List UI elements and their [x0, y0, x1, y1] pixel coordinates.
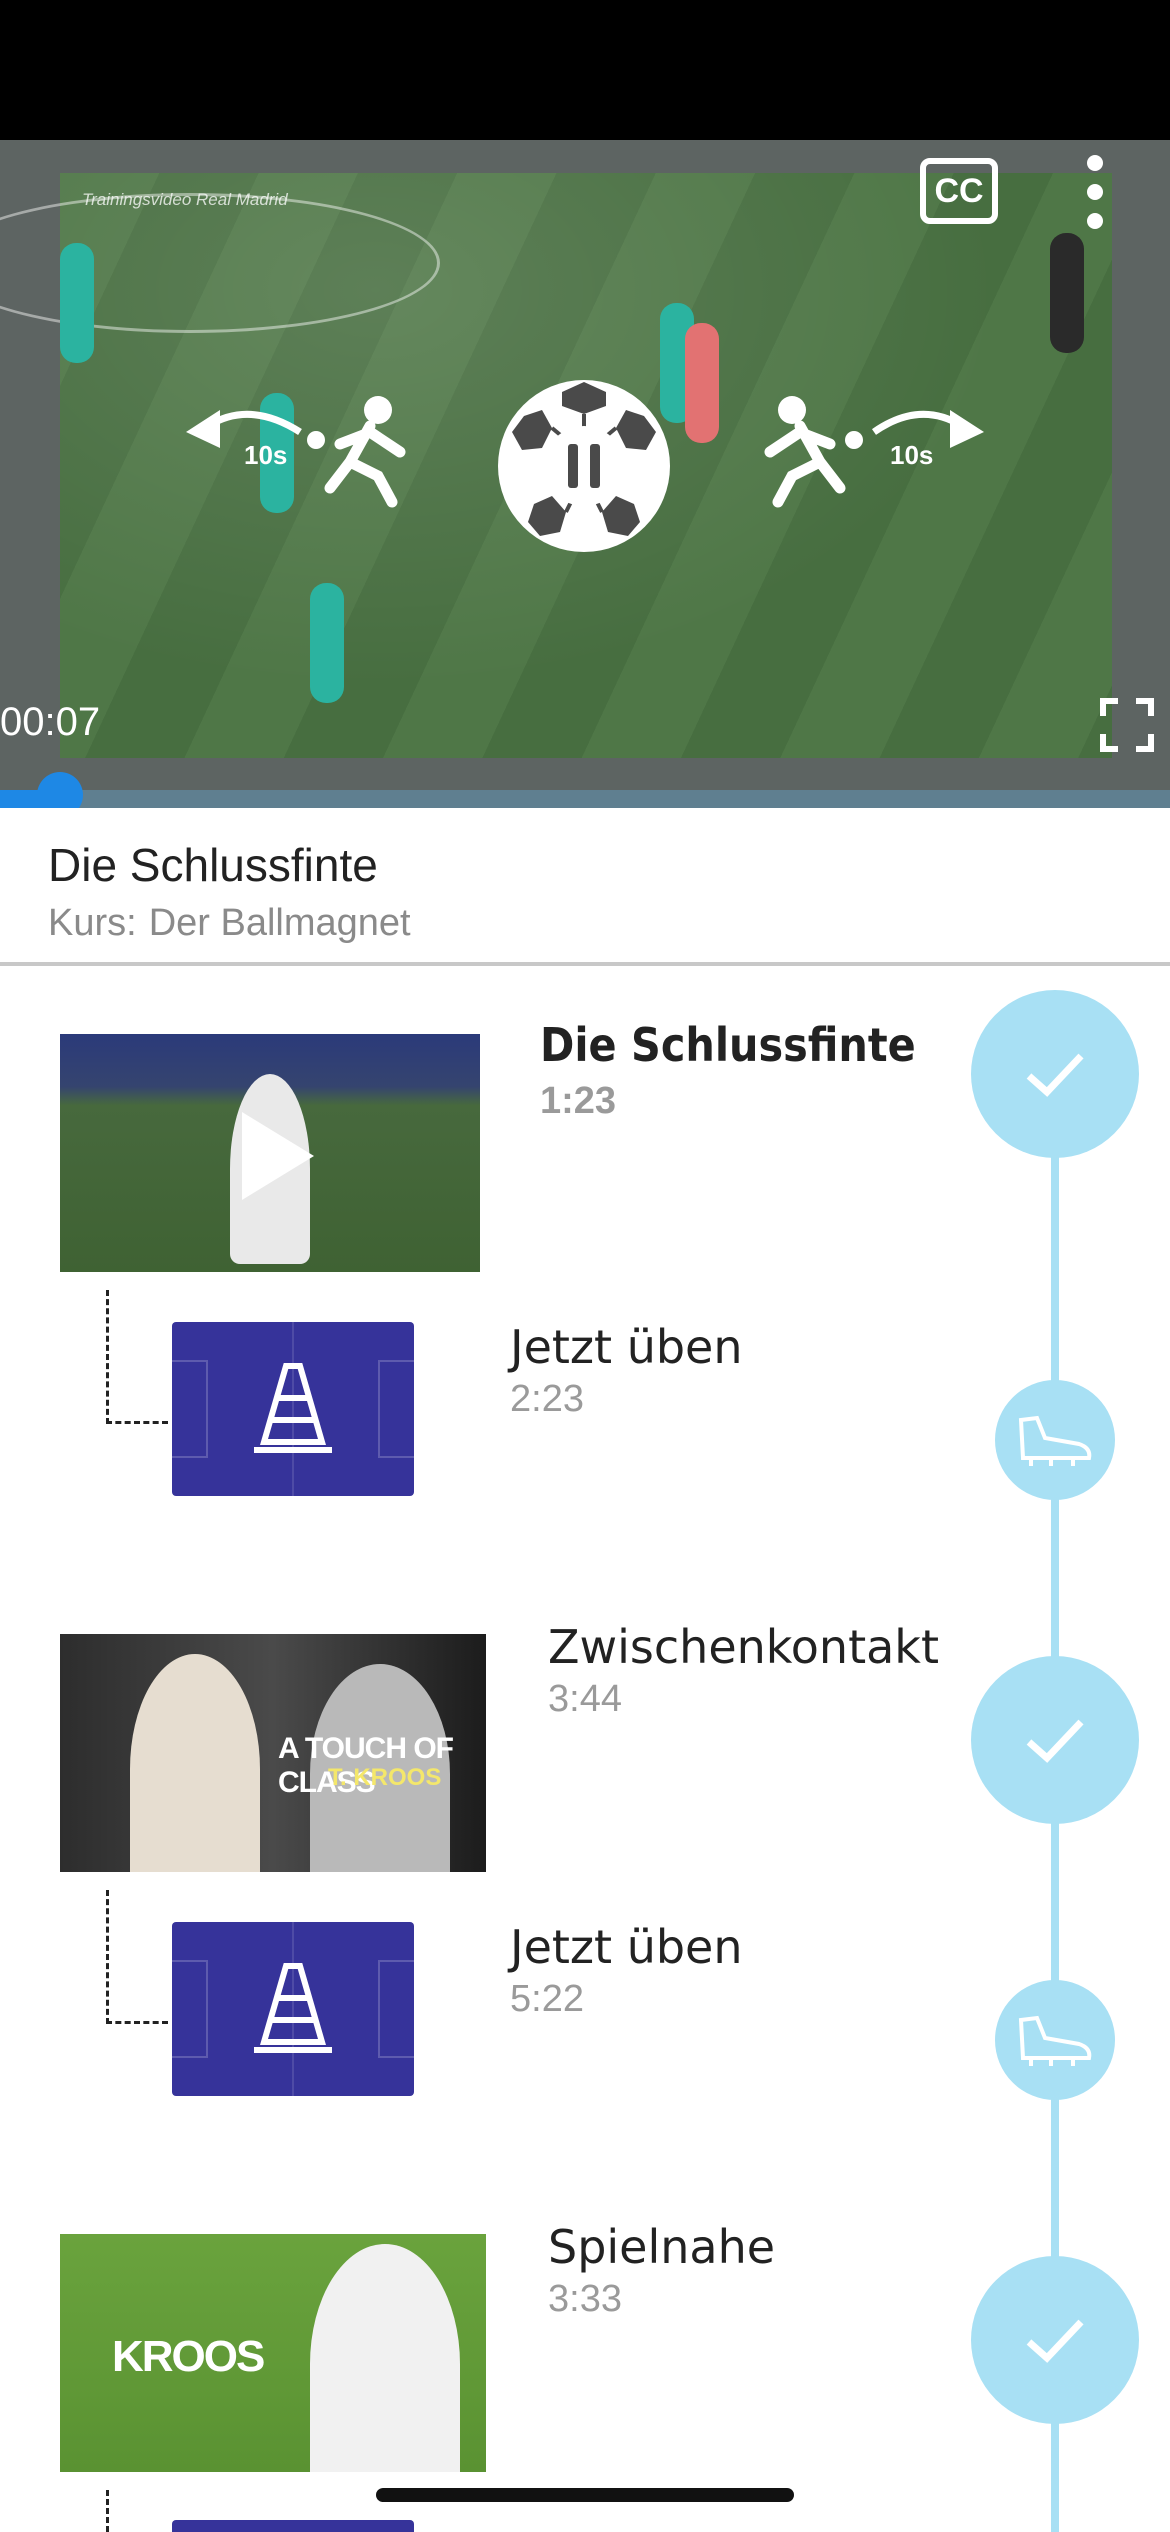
- current-time: 00:07: [0, 700, 101, 744]
- lesson-thumbnail[interactable]: [60, 1034, 480, 1272]
- exercise-duration: 2:23: [510, 1378, 584, 1420]
- skip-forward-icon: [764, 396, 984, 508]
- player-image: [310, 2244, 460, 2472]
- exercise-badge: [995, 1380, 1115, 1500]
- more-options-icon[interactable]: [1080, 155, 1110, 231]
- video-player[interactable]: Trainingsvideo Real Madrid CC 10s 10s 00…: [0, 140, 1170, 808]
- lesson-duration: 1:23: [540, 1080, 617, 1122]
- exercise-thumbnail[interactable]: [172, 1922, 414, 2096]
- checkmark-icon: [1026, 1053, 1084, 1097]
- video-watermark: Trainingsvideo Real Madrid: [82, 190, 288, 209]
- video-info: Die Schlussfinte Kurs: Der Ballmagnet: [0, 808, 1170, 966]
- pitch-marking: [172, 1960, 208, 2058]
- seek-bar[interactable]: [0, 790, 1170, 808]
- player-figure: [685, 323, 719, 443]
- skip-back-label: 10s: [244, 440, 288, 470]
- pause-icon[interactable]: [494, 376, 674, 556]
- play-icon: [242, 1112, 314, 1200]
- thumbnail-caption: KROOS: [112, 2332, 265, 2381]
- pitch-marking: [378, 1360, 414, 1458]
- thumbnail-subcaption: T. KROOS: [328, 1764, 442, 1791]
- pitch-marking: [378, 1960, 414, 2058]
- exercise-connector: [106, 1890, 168, 2024]
- player-image: [130, 1654, 260, 1872]
- checkmark-icon: [1026, 2319, 1084, 2363]
- pitch-marking: [172, 1360, 208, 1458]
- skip-forward-button[interactable]: 10s: [750, 392, 990, 522]
- lesson-complete-badge: [971, 1656, 1139, 1824]
- exercise-thumbnail[interactable]: [172, 2520, 414, 2532]
- lesson-complete-badge: [971, 2256, 1139, 2424]
- exercise-connector: [106, 1290, 168, 1424]
- skip-forward-label: 10s: [890, 440, 934, 470]
- exercise-badge: [995, 1980, 1115, 2100]
- fullscreen-icon[interactable]: [1100, 698, 1154, 752]
- player-figure: [60, 243, 94, 363]
- training-cone-icon: [254, 1363, 332, 1453]
- exercise-connector: [106, 2490, 168, 2532]
- football-boot-icon: [1018, 1415, 1092, 1466]
- lesson-title[interactable]: Die Schlussfinte: [540, 1018, 916, 1072]
- skip-back-icon: [186, 396, 406, 508]
- exercise-duration: 5:22: [510, 1978, 584, 2020]
- lesson-thumbnail[interactable]: A TOUCH OF CLASS T. KROOS: [60, 1634, 486, 1872]
- player-figure: [310, 583, 344, 703]
- lesson-duration: 3:44: [548, 1678, 622, 1720]
- player-figure: [1050, 233, 1084, 353]
- checkmark-icon: [1026, 1719, 1084, 1763]
- closed-captions-button[interactable]: CC: [920, 158, 998, 224]
- exercise-title[interactable]: Jetzt üben: [510, 1320, 743, 1374]
- lesson-thumbnail[interactable]: KROOS: [60, 2234, 486, 2472]
- lesson-title[interactable]: Zwischenkontakt: [548, 1620, 939, 1674]
- exercise-thumbnail[interactable]: [172, 1322, 414, 1496]
- skip-back-button[interactable]: 10s: [180, 392, 420, 522]
- status-bar: [0, 0, 1170, 140]
- training-cone-icon: [254, 1963, 332, 2053]
- lesson-complete-badge: [971, 990, 1139, 1158]
- course-prefix: Kurs:: [48, 902, 137, 944]
- course-line[interactable]: Kurs: Der Ballmagnet: [48, 902, 423, 945]
- course-name: Der Ballmagnet: [148, 902, 411, 944]
- lesson-title[interactable]: Spielnahe: [548, 2220, 775, 2274]
- football-boot-icon: [1018, 2015, 1092, 2066]
- video-title: Die Schlussfinte: [48, 839, 378, 891]
- exercise-title[interactable]: Jetzt üben: [510, 1920, 743, 1974]
- lesson-duration: 3:33: [548, 2278, 622, 2320]
- home-indicator[interactable]: [376, 2488, 794, 2502]
